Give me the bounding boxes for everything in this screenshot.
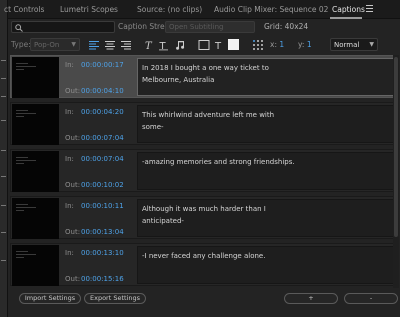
caption-text-line: some-: [142, 123, 164, 131]
adjacent-panel-edge: [0, 0, 8, 317]
out-label: Out:: [65, 134, 81, 142]
search-input[interactable]: [25, 22, 113, 32]
in-label: In:: [65, 249, 74, 257]
caption-row[interactable]: In: 00:00:07:04 Out: 00:00:10:02 -amazing me…: [10, 149, 398, 192]
tab-source[interactable]: Source: (no clips): [137, 5, 202, 14]
caption-text-line: -I never faced any challenge alone.: [142, 252, 266, 260]
color-swatch[interactable]: [228, 39, 239, 50]
style-select[interactable]: Normal ▼: [330, 38, 378, 51]
panel-tab-bar: ct Controls Lumetri Scopes Source: (no c…: [4, 0, 400, 19]
y-value[interactable]: 1: [307, 40, 312, 49]
search-field[interactable]: [11, 21, 115, 33]
grid-size-label: Grid: 40x24: [264, 22, 309, 31]
style-select-value: Normal: [334, 41, 360, 49]
y-label: y:: [298, 40, 305, 49]
caption-text-line: Melbourne, Australia: [142, 76, 215, 84]
out-timecode[interactable]: 00:00:07:04: [81, 134, 124, 142]
svg-text:T: T: [145, 41, 153, 51]
chevron-down-icon: ▼: [71, 41, 76, 48]
out-label: Out:: [65, 275, 81, 283]
align-left-icon[interactable]: [88, 39, 100, 51]
align-center-icon[interactable]: [104, 39, 116, 51]
text-icon[interactable]: T: [158, 39, 170, 51]
caption-text-line: anticipated-: [142, 217, 184, 225]
in-label: In:: [65, 155, 74, 163]
italic-icon[interactable]: T: [142, 39, 154, 51]
align-right-icon[interactable]: [120, 39, 132, 51]
tab-lumetri-scopes[interactable]: Lumetri Scopes: [60, 5, 118, 14]
caption-text-line: Although it was much harder than I: [142, 205, 266, 213]
caption-text-line: This whirlwind adventure left me with: [142, 111, 275, 119]
in-timecode[interactable]: 00:00:10:11: [81, 202, 124, 210]
tab-captions[interactable]: Captions: [332, 5, 365, 14]
caption-list: In: 00:00:00:17 Out: 00:00:04:10 In 2018 I b…: [10, 55, 398, 288]
x-label: x:: [270, 40, 277, 49]
caption-thumbnail: [12, 245, 59, 286]
out-timecode[interactable]: 00:00:10:02: [81, 181, 124, 189]
in-timecode[interactable]: 00:00:00:17: [81, 61, 124, 69]
x-value[interactable]: 1: [279, 40, 284, 49]
caption-text-field[interactable]: This whirlwind adventure left me with som…: [137, 105, 394, 143]
type-label: Type:: [11, 40, 31, 49]
in-label: In:: [65, 61, 74, 69]
out-timecode[interactable]: 00:00:04:10: [81, 87, 124, 95]
panel-menu-icon[interactable]: [366, 5, 373, 12]
out-timecode[interactable]: 00:00:13:04: [81, 228, 124, 236]
caption-row[interactable]: In: 00:00:04:20 Out: 00:00:07:04 This whirlw…: [10, 102, 398, 145]
type-select[interactable]: Pop-On ▼: [30, 38, 80, 51]
caption-row[interactable]: In: 00:00:10:11 Out: 00:00:13:04 Although it…: [10, 196, 398, 239]
tab-audio-clip-mixer[interactable]: Audio Clip Mixer: Sequence 02: [214, 5, 328, 14]
x-position-field[interactable]: x: 1: [270, 40, 284, 49]
caption-text-line: -amazing memories and strong friendships…: [142, 158, 295, 166]
caption-row[interactable]: In: 00:00:13:10 Out: 00:00:15:16 -I never fa…: [10, 243, 398, 286]
in-timecode[interactable]: 00:00:07:04: [81, 155, 124, 163]
add-caption-button[interactable]: +: [284, 293, 338, 304]
caption-thumbnail: [12, 151, 59, 192]
in-timecode[interactable]: 00:00:13:10: [81, 249, 124, 257]
out-timecode[interactable]: 00:00:15:16: [81, 275, 124, 283]
caption-text-field[interactable]: In 2018 I bought a one way ticket to Melb…: [137, 58, 394, 96]
caption-text-line: In 2018 I bought a one way ticket to: [142, 64, 269, 72]
caption-text-field[interactable]: Although it was much harder than I antici…: [137, 199, 394, 237]
out-label: Out:: [65, 228, 81, 236]
caption-stream-select[interactable]: Open Subtitling: [165, 21, 255, 33]
import-settings-button[interactable]: Import Settings: [19, 293, 81, 304]
caption-thumbnail: [12, 104, 59, 145]
scrollbar-thumb[interactable]: [394, 57, 398, 237]
in-label: In:: [65, 108, 74, 116]
y-position-field[interactable]: y: 1: [298, 40, 312, 49]
caption-text-field[interactable]: -I never faced any challenge alone.: [137, 246, 394, 284]
remove-caption-button[interactable]: -: [344, 293, 398, 304]
music-note-icon[interactable]: [175, 39, 187, 51]
caption-toolbar: Type: Pop-On ▼ T T T x: 1 y: 1 Normal ▼: [8, 36, 400, 54]
export-settings-button[interactable]: Export Settings: [84, 293, 146, 304]
chevron-down-icon: ▼: [369, 41, 374, 48]
out-label: Out:: [65, 87, 81, 95]
svg-text:T: T: [214, 41, 222, 51]
captions-panel: ct Controls Lumetri Scopes Source: (no c…: [4, 0, 400, 317]
caption-text-field[interactable]: -amazing memories and strong friendships…: [137, 152, 394, 190]
type-select-value: Pop-On: [34, 41, 60, 49]
caption-thumbnail: [12, 57, 59, 98]
caption-thumbnail: [12, 198, 59, 239]
out-label: Out:: [65, 181, 81, 189]
caption-row[interactable]: In: 00:00:00:17 Out: 00:00:04:10 In 2018 I b…: [10, 55, 398, 98]
in-timecode[interactable]: 00:00:04:20: [81, 108, 124, 116]
grid-position-icon[interactable]: [252, 39, 264, 51]
scrollbar[interactable]: [393, 55, 399, 288]
text-color-icon[interactable]: T: [213, 39, 225, 51]
fill-box-icon[interactable]: [198, 39, 210, 51]
tab-effect-controls[interactable]: ct Controls: [4, 5, 44, 14]
search-icon: [15, 24, 23, 32]
in-label: In:: [65, 202, 74, 210]
